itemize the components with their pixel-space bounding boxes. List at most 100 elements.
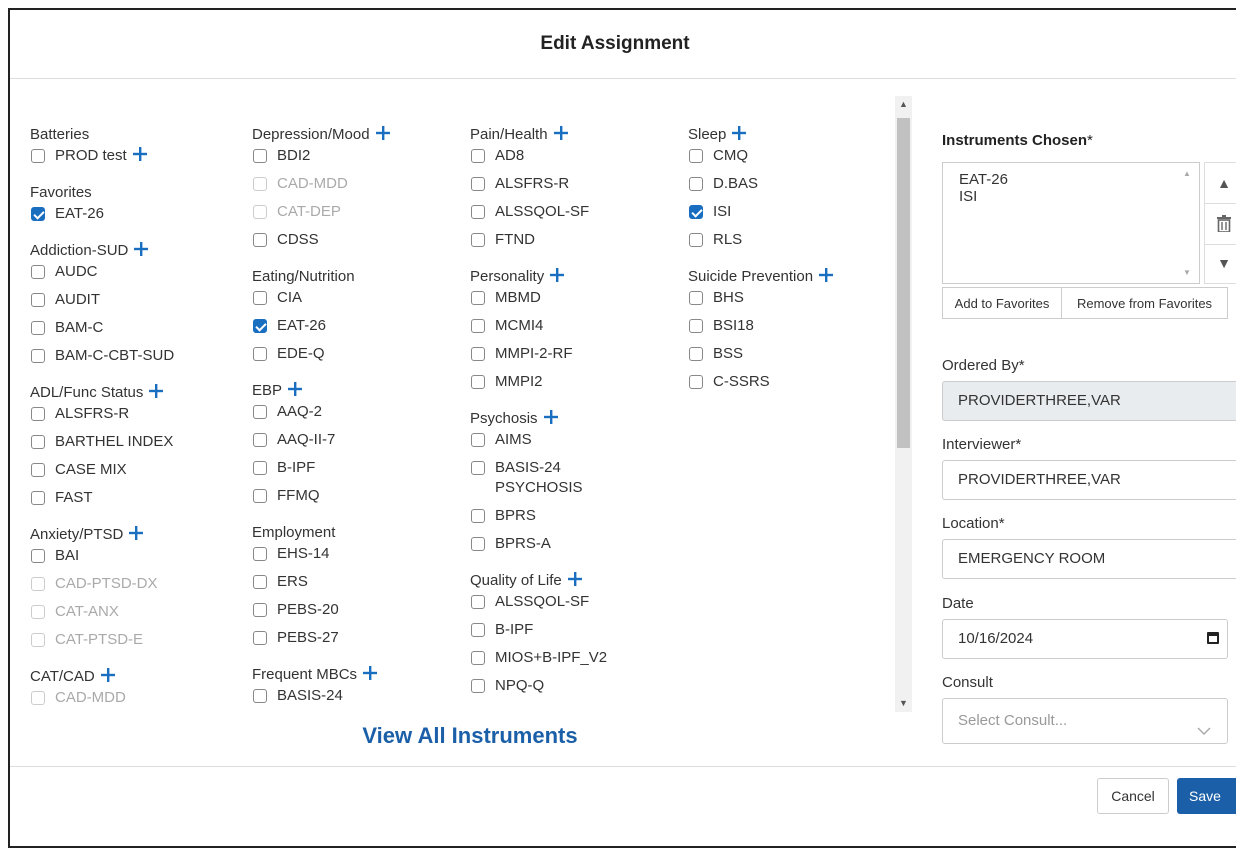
instrument-checkbox[interactable] xyxy=(253,603,267,617)
date-field[interactable]: 10/16/2024 xyxy=(942,619,1228,659)
instrument-item[interactable]: B-IPF xyxy=(470,620,685,648)
instrument-item[interactable]: PEBS-20 xyxy=(252,600,467,628)
instrument-item[interactable]: BASIS-24 xyxy=(252,686,467,710)
instrument-checkbox[interactable] xyxy=(471,205,485,219)
instrument-item[interactable]: FFMQ xyxy=(252,486,467,514)
instrument-checkbox[interactable] xyxy=(31,549,45,563)
instrument-item[interactable]: MCMI4 xyxy=(470,316,685,344)
instrument-item[interactable]: PROD test xyxy=(30,146,245,174)
instrument-item[interactable]: ALSSQOL-SF xyxy=(470,202,685,230)
calendar-icon[interactable] xyxy=(1207,632,1219,644)
interviewer-field[interactable]: PROVIDERTHREE,VAR xyxy=(942,460,1236,500)
instrument-checkbox[interactable] xyxy=(31,321,45,335)
plus-icon[interactable] xyxy=(357,666,378,683)
instrument-checkbox[interactable] xyxy=(31,265,45,279)
instrument-item[interactable]: BAM-C xyxy=(30,318,245,346)
instrument-item[interactable]: CASE MIX xyxy=(30,460,245,488)
view-all-instruments-link[interactable]: View All Instruments xyxy=(260,723,680,749)
instrument-item[interactable]: BAI xyxy=(30,546,245,574)
move-down-icon[interactable]: ▼ xyxy=(1205,243,1236,283)
instrument-item[interactable]: RLS xyxy=(688,230,892,258)
instrument-checkbox[interactable] xyxy=(689,205,703,219)
instrument-checkbox[interactable] xyxy=(253,233,267,247)
instrument-item[interactable]: PEBS-27 xyxy=(252,628,467,656)
instrument-checkbox[interactable] xyxy=(253,575,267,589)
instrument-item[interactable]: BASIS-24 PSYCHOSIS xyxy=(470,458,685,506)
instrument-item[interactable]: AD8 xyxy=(470,146,685,174)
plus-icon[interactable] xyxy=(127,146,147,166)
cancel-button[interactable]: Cancel xyxy=(1097,778,1169,814)
instrument-checkbox[interactable] xyxy=(31,491,45,505)
instrument-item[interactable]: AUDC xyxy=(30,262,245,290)
instrument-checkbox[interactable] xyxy=(689,375,703,389)
instrument-checkbox[interactable] xyxy=(31,293,45,307)
instrument-item[interactable]: AIMS xyxy=(470,430,685,458)
instrument-checkbox[interactable] xyxy=(31,435,45,449)
instrument-checkbox[interactable] xyxy=(253,433,267,447)
instrument-item[interactable]: EHS-14 xyxy=(252,544,467,572)
instrument-checkbox[interactable] xyxy=(253,631,267,645)
instrument-checkbox[interactable] xyxy=(471,461,485,475)
instrument-checkbox[interactable] xyxy=(253,489,267,503)
instrument-item[interactable]: ALSFRS-R xyxy=(470,174,685,202)
plus-icon[interactable] xyxy=(95,668,115,685)
instrument-item[interactable]: BSS xyxy=(688,344,892,372)
instrument-item[interactable]: BSI18 xyxy=(688,316,892,344)
instrument-checkbox[interactable] xyxy=(471,623,485,637)
instrument-item[interactable]: NPQ-Q xyxy=(470,676,685,704)
plus-icon[interactable] xyxy=(538,410,558,427)
instrument-checkbox[interactable] xyxy=(471,233,485,247)
instrument-checkbox[interactable] xyxy=(31,207,45,221)
instrument-item[interactable]: ALSSQOL-SF xyxy=(470,592,685,620)
chosen-instrument[interactable]: EAT-26 xyxy=(959,171,1183,188)
instrument-item[interactable]: ERS xyxy=(252,572,467,600)
scroll-up-icon[interactable]: ▲ xyxy=(895,96,912,113)
instrument-item[interactable]: MIOS+B-IPF_V2 xyxy=(470,648,685,676)
instrument-checkbox[interactable] xyxy=(253,291,267,305)
save-button[interactable]: Save xyxy=(1177,778,1236,814)
instrument-item[interactable]: BHS xyxy=(688,288,892,316)
instrument-item[interactable]: BPRS-A xyxy=(470,534,685,562)
plus-icon[interactable] xyxy=(544,268,565,285)
instrument-item[interactable]: EDE-Q xyxy=(252,344,467,372)
instrument-checkbox[interactable] xyxy=(471,433,485,447)
plus-icon[interactable] xyxy=(143,384,164,401)
instrument-checkbox[interactable] xyxy=(471,319,485,333)
instrument-item[interactable]: MMPI2 xyxy=(470,372,685,400)
instrument-checkbox[interactable] xyxy=(471,595,485,609)
instrument-checkbox[interactable] xyxy=(31,407,45,421)
instrument-item[interactable]: BAM-C-CBT-SUD xyxy=(30,346,245,374)
instrument-checkbox[interactable] xyxy=(471,347,485,361)
instrument-checkbox[interactable] xyxy=(689,319,703,333)
instrument-checkbox[interactable] xyxy=(471,375,485,389)
instrument-item[interactable]: ALSFRS-R xyxy=(30,404,245,432)
instrument-checkbox[interactable] xyxy=(689,177,703,191)
instrument-item[interactable]: EAT-26 xyxy=(252,316,467,344)
instrument-checkbox[interactable] xyxy=(253,461,267,475)
instrument-checkbox[interactable] xyxy=(253,319,267,333)
instrument-item[interactable]: BPRS xyxy=(470,506,685,534)
instrument-item[interactable]: ISI xyxy=(688,202,892,230)
instrument-checkbox[interactable] xyxy=(31,463,45,477)
instrument-checkbox[interactable] xyxy=(253,149,267,163)
instrument-checkbox[interactable] xyxy=(471,679,485,693)
instrument-checkbox[interactable] xyxy=(471,537,485,551)
instrument-checkbox[interactable] xyxy=(689,149,703,163)
chosen-list-scrollbar[interactable]: ▲ ▼ xyxy=(1179,163,1198,283)
instrument-item[interactable]: MMPI-2-RF xyxy=(470,344,685,372)
plus-icon[interactable] xyxy=(548,126,568,143)
instrument-checkbox[interactable] xyxy=(471,651,485,665)
instrument-checkbox[interactable] xyxy=(31,149,45,163)
instrument-item[interactable]: AUDIT xyxy=(30,290,245,318)
instrument-checkbox[interactable] xyxy=(689,233,703,247)
instrument-checkbox[interactable] xyxy=(471,291,485,305)
instrument-item[interactable]: FAST xyxy=(30,488,245,516)
instrument-item[interactable]: CDSS xyxy=(252,230,467,258)
plus-icon[interactable] xyxy=(726,126,747,143)
instrument-item[interactable]: C-SSRS xyxy=(688,372,892,400)
instrument-item[interactable]: BDI2 xyxy=(252,146,467,174)
trash-icon[interactable] xyxy=(1205,203,1236,245)
instrument-item[interactable]: FTND xyxy=(470,230,685,258)
instrument-checkbox[interactable] xyxy=(253,405,267,419)
instrument-checkbox[interactable] xyxy=(689,347,703,361)
